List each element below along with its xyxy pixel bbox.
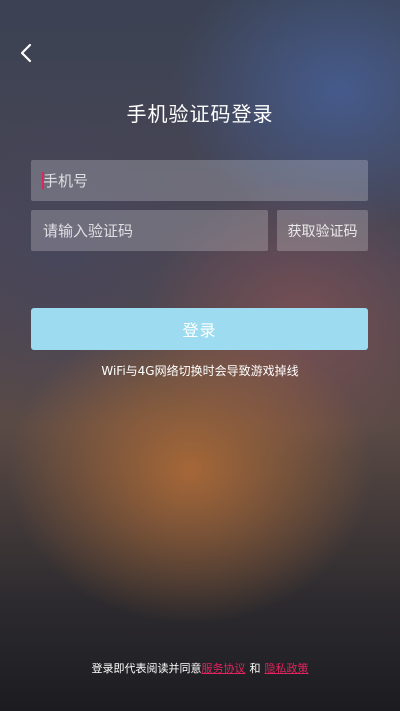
chevron-left-icon [20,43,32,63]
login-button[interactable]: 登录 [31,308,368,350]
terms-link[interactable]: 服务协议 [202,662,246,675]
code-field[interactable] [31,210,268,251]
agreement-text: 登录即代表阅读并同意服务协议和隐私政策 [0,660,400,676]
privacy-link[interactable]: 隐私政策 [265,662,309,675]
phone-field[interactable] [31,160,368,201]
agreement-prefix: 登录即代表阅读并同意 [91,662,202,675]
get-code-button[interactable]: 获取验证码 [277,210,368,251]
agreement-and: 和 [249,662,261,675]
page-title: 手机验证码登录 [126,102,274,126]
verification-code-input[interactable] [31,210,268,251]
text-cursor [42,172,44,189]
phone-input[interactable] [31,160,368,201]
back-button[interactable] [14,40,40,66]
network-notice: WiFi与4G网络切换时会导致游戏掉线 [101,364,299,378]
